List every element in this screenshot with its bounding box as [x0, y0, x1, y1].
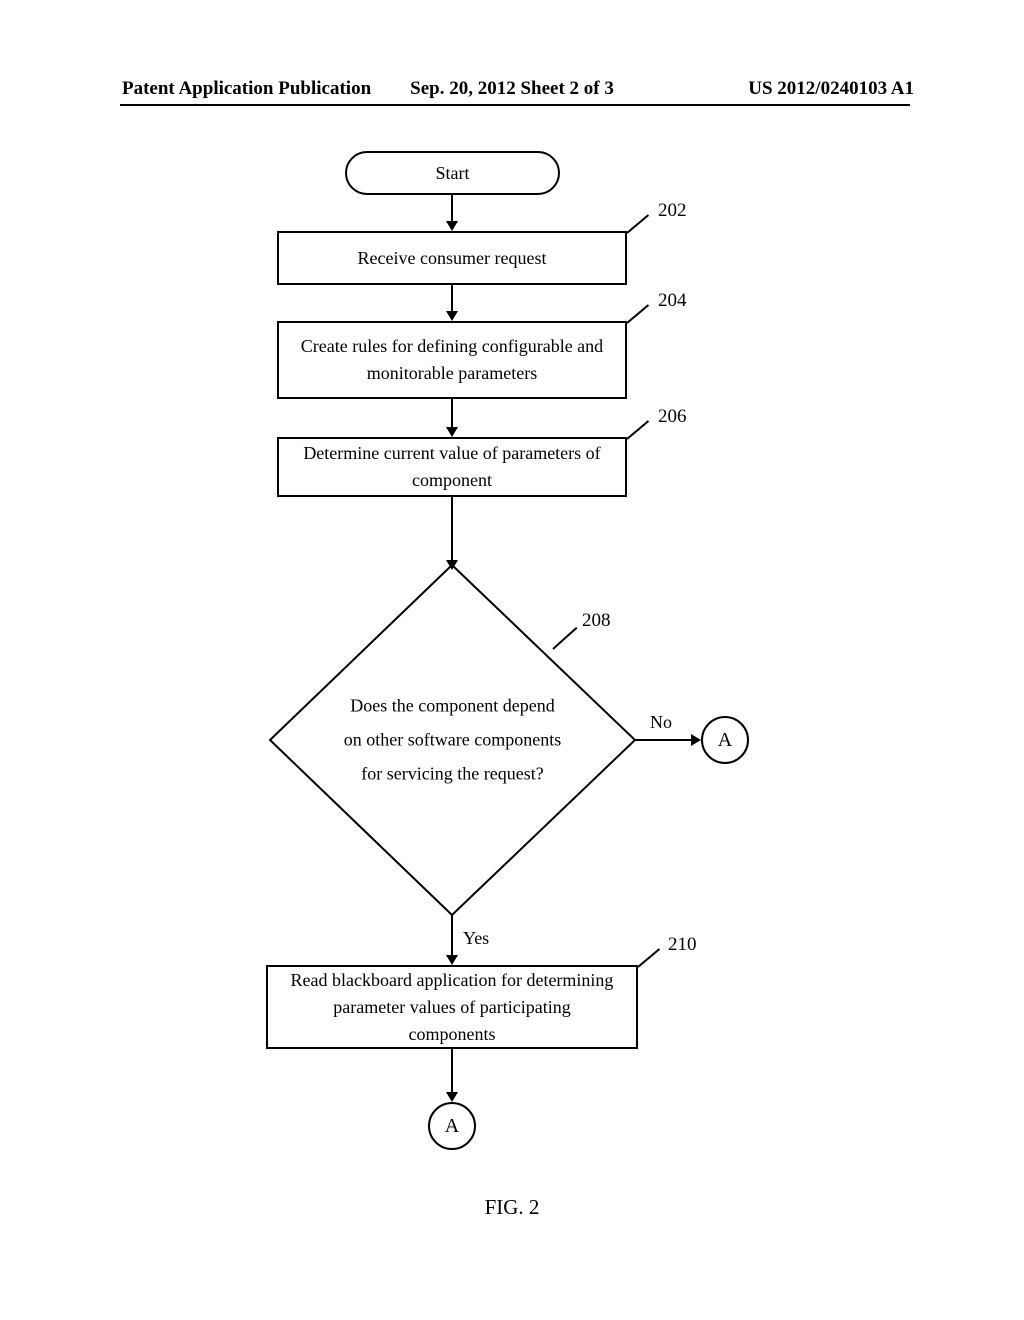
arrowhead-down-icon	[446, 311, 458, 321]
arrowhead-down-icon	[446, 427, 458, 437]
ref-210: 210	[668, 934, 697, 956]
ref-line-202	[626, 214, 649, 234]
process-204-line1: Create rules for defining configurable a…	[301, 333, 603, 360]
process-204: Create rules for defining configurable a…	[277, 321, 627, 399]
arrowhead-right-icon	[691, 734, 701, 746]
connector-a-right: A	[701, 716, 749, 764]
arrowhead-down-icon	[446, 1092, 458, 1102]
arrowhead-down-icon	[446, 221, 458, 231]
flowchart: Start Receive consumer request 202 Creat…	[0, 0, 1024, 1320]
arrow	[451, 285, 453, 313]
process-210-line3: components	[409, 1021, 496, 1048]
decision-208-line2: on other software components	[344, 723, 561, 757]
process-206: Determine current value of parameters of…	[277, 437, 627, 497]
page: Patent Application Publication Sep. 20, …	[0, 0, 1024, 1320]
decision-208-line3: for servicing the request?	[344, 757, 561, 791]
ref-line-204	[626, 304, 649, 324]
decision-yes-label: Yes	[463, 928, 489, 949]
arrowhead-down-icon	[446, 955, 458, 965]
connector-a-right-label: A	[718, 729, 732, 752]
process-202: Receive consumer request	[277, 231, 627, 285]
decision-no-label: No	[650, 712, 672, 733]
ref-line-210	[637, 948, 660, 968]
arrow	[451, 399, 453, 429]
figure-caption: FIG. 2	[485, 1195, 540, 1220]
process-206-line2: component	[412, 467, 492, 494]
arrow	[451, 915, 453, 957]
decision-208-line1: Does the component depend	[344, 689, 561, 723]
decision-208-text: Does the component depend on other softw…	[344, 689, 561, 792]
process-202-text: Receive consumer request	[358, 245, 547, 272]
connector-a-bottom: A	[428, 1102, 476, 1150]
process-210: Read blackboard application for determin…	[266, 965, 638, 1049]
process-206-line1: Determine current value of parameters of	[303, 440, 600, 467]
process-210-line1: Read blackboard application for determin…	[291, 967, 614, 994]
arrow	[635, 739, 693, 741]
ref-204: 204	[658, 290, 687, 312]
arrow	[451, 1049, 453, 1094]
process-204-line2: monitorable parameters	[367, 360, 537, 387]
connector-a-bottom-label: A	[445, 1115, 459, 1138]
start-terminator: Start	[345, 151, 560, 195]
ref-206: 206	[658, 406, 687, 428]
arrow	[451, 195, 453, 223]
start-label: Start	[436, 160, 470, 187]
arrow	[451, 497, 453, 562]
ref-202: 202	[658, 200, 687, 222]
ref-line-206	[626, 420, 649, 440]
process-210-line2: parameter values of participating	[333, 994, 570, 1021]
ref-208: 208	[582, 610, 611, 632]
